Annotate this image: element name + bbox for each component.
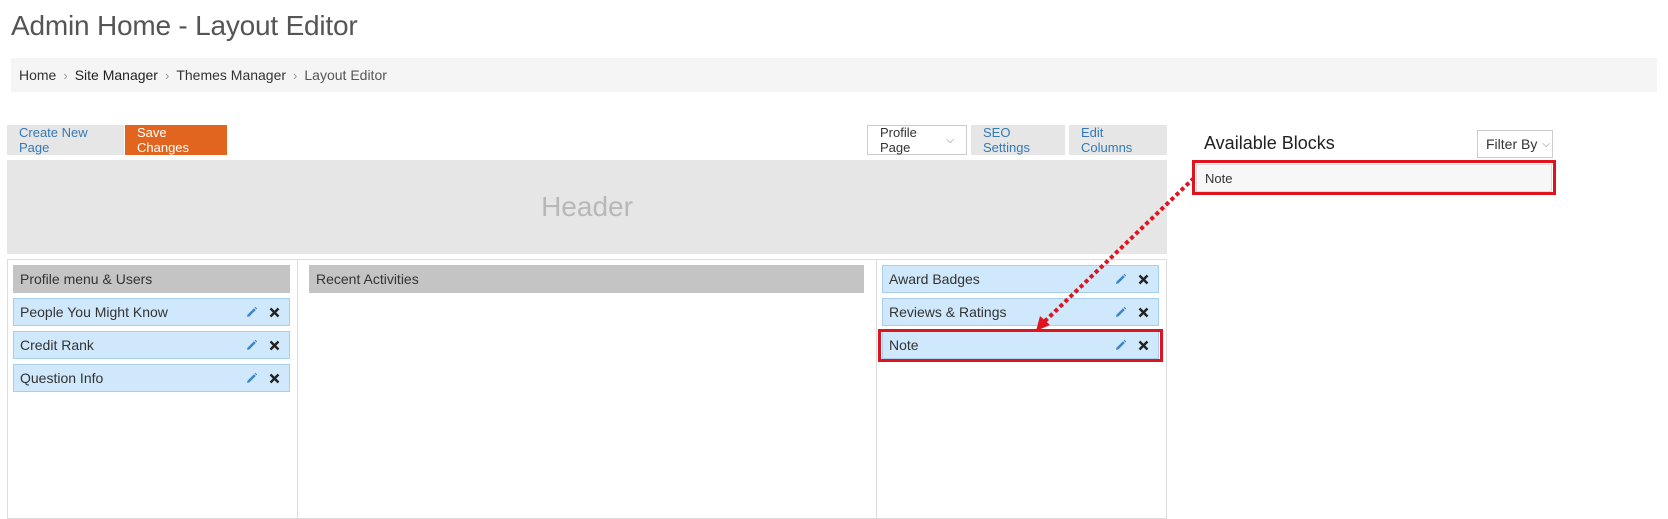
column-divider — [876, 260, 877, 518]
create-new-page-button[interactable]: Create New Page — [7, 125, 124, 155]
pencil-icon[interactable] — [244, 305, 258, 319]
chevron-down-icon: ⌵ — [1542, 138, 1550, 150]
close-icon[interactable] — [1136, 305, 1150, 319]
header-region[interactable]: Header — [7, 160, 1167, 254]
seo-settings-button[interactable]: SEO Settings — [971, 125, 1065, 155]
block-label: People You Might Know — [20, 304, 168, 320]
close-icon[interactable] — [1136, 338, 1150, 352]
close-icon[interactable] — [267, 371, 281, 385]
layout-block[interactable]: Note — [882, 331, 1159, 359]
pencil-icon[interactable] — [1113, 338, 1127, 352]
chevron-down-icon: ⌵ — [946, 134, 954, 146]
chevron-right-icon: › — [164, 67, 170, 83]
pencil-icon[interactable] — [1113, 305, 1127, 319]
block-label: Award Badges — [889, 271, 980, 287]
layout-block[interactable]: Award Badges — [882, 265, 1159, 293]
page-title: Admin Home - Layout Editor — [11, 10, 358, 41]
pencil-icon[interactable] — [244, 371, 258, 385]
block-label: Credit Rank — [20, 337, 94, 353]
filter-by-label: Filter By — [1486, 136, 1538, 152]
breadcrumb-current: Layout Editor — [304, 67, 387, 83]
layout-block[interactable]: People You Might Know — [13, 298, 290, 326]
layout-block[interactable]: Reviews & Ratings — [882, 298, 1159, 326]
chevron-right-icon: › — [293, 67, 298, 83]
pencil-icon[interactable] — [1113, 272, 1127, 286]
page-select-label: Profile Page — [880, 125, 917, 155]
close-icon[interactable] — [267, 305, 281, 319]
block-label: Reviews & Ratings — [889, 304, 1007, 320]
layout-block[interactable]: Question Info — [13, 364, 290, 392]
header-label: Header — [541, 191, 633, 222]
pencil-icon[interactable] — [244, 338, 258, 352]
block-label: Question Info — [20, 370, 104, 386]
available-block-label: Note — [1205, 170, 1233, 186]
left-column-title: Profile menu & Users — [13, 265, 290, 293]
block-label: Note — [889, 337, 919, 353]
available-blocks-title: Available Blocks — [1204, 133, 1335, 153]
close-icon[interactable] — [1136, 272, 1150, 286]
breadcrumb-home[interactable]: Home — [19, 67, 56, 83]
close-icon[interactable] — [267, 338, 281, 352]
layout-block[interactable]: Credit Rank — [13, 331, 290, 359]
chevron-right-icon: › — [63, 67, 68, 83]
column-divider — [297, 260, 298, 518]
breadcrumb: Home › Site Manager › Themes Manager › L… — [11, 58, 1657, 92]
breadcrumb-site-manager[interactable]: Site Manager — [75, 67, 158, 83]
filter-by-dropdown[interactable]: Filter By ⌵ — [1477, 130, 1553, 158]
save-changes-button[interactable]: Save Changes — [125, 125, 227, 155]
breadcrumb-themes-manager[interactable]: Themes Manager — [176, 67, 286, 83]
available-block-item[interactable]: Note — [1196, 164, 1552, 192]
edit-columns-button[interactable]: Edit Columns — [1069, 125, 1167, 155]
page-select-dropdown[interactable]: Profile Page ⌵ — [867, 125, 967, 155]
middle-column-title: Recent Activities — [309, 265, 864, 293]
